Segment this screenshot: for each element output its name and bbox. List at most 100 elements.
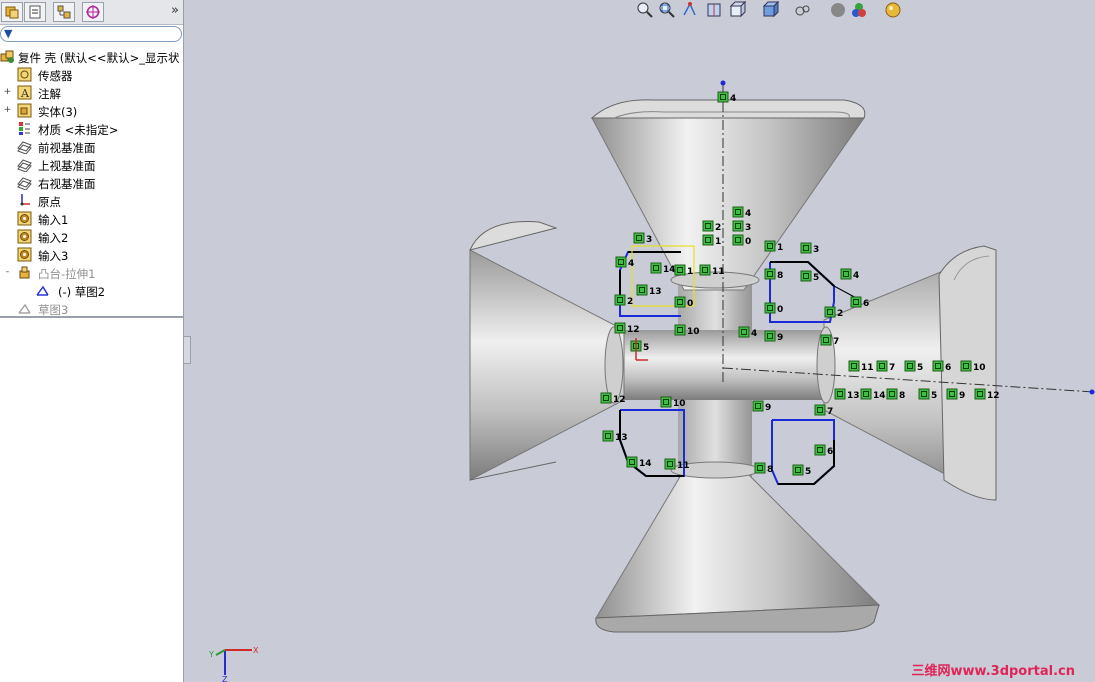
tree-root-label: 复件 壳 (默认<<默认>_显示状 xyxy=(18,51,180,65)
relation-marker-label: 1 xyxy=(715,237,721,247)
expand-toggle[interactable]: + xyxy=(3,106,12,115)
relation-marker[interactable] xyxy=(615,256,627,268)
relation-marker[interactable] xyxy=(860,388,872,400)
relation-marker[interactable] xyxy=(602,430,614,442)
relation-marker-label: 12 xyxy=(987,391,1000,401)
boss-extrude-icon xyxy=(19,266,30,279)
tree-item-label: 原点 xyxy=(38,195,61,209)
relation-marker[interactable] xyxy=(792,464,804,476)
relation-marker[interactable] xyxy=(764,302,776,314)
relation-marker[interactable] xyxy=(876,360,888,372)
relation-marker-label: 8 xyxy=(777,271,783,281)
relation-marker[interactable] xyxy=(674,324,686,336)
relation-marker-label: 9 xyxy=(777,333,783,343)
tree-item-label: 上视基准面 xyxy=(38,159,96,173)
relation-marker-label: 0 xyxy=(687,299,693,309)
relation-marker-label: 7 xyxy=(833,337,839,347)
relation-marker[interactable] xyxy=(738,326,750,338)
relation-marker[interactable] xyxy=(840,268,852,280)
relation-marker-label: 8 xyxy=(767,465,773,475)
relation-marker-label: 12 xyxy=(627,325,640,335)
graphics-viewport[interactable]: 3414 1 11132 012 10542 31 01 38 5 460 279411 7 5 6 101… xyxy=(184,0,1095,682)
relation-marker[interactable] xyxy=(626,456,638,468)
axis-endpoint xyxy=(720,80,726,86)
relation-marker[interactable] xyxy=(754,462,766,474)
relation-marker[interactable] xyxy=(820,334,832,346)
relation-marker-label: 4 xyxy=(853,271,859,281)
relation-marker[interactable] xyxy=(764,240,776,252)
annotation-icon: A xyxy=(17,85,32,100)
more-tabs-button[interactable]: » xyxy=(171,3,179,18)
relation-marker-label: 4 xyxy=(730,94,736,104)
assembly-part-icon xyxy=(0,50,14,63)
relation-marker[interactable] xyxy=(752,400,764,412)
relation-marker[interactable] xyxy=(960,360,972,372)
relation-marker-label: 12 xyxy=(613,395,626,405)
relation-marker-label: 2 xyxy=(627,297,633,307)
relation-marker-label: 14 xyxy=(639,459,652,469)
relation-marker[interactable] xyxy=(614,322,626,334)
relation-marker[interactable] xyxy=(764,330,776,342)
relation-marker[interactable] xyxy=(800,242,812,254)
relation-marker[interactable] xyxy=(702,234,714,246)
tree-item-label: 材质 <未指定> xyxy=(38,123,119,137)
relation-marker[interactable] xyxy=(702,220,714,232)
relation-marker[interactable] xyxy=(650,262,662,274)
tree-item-label: 传感器 xyxy=(38,69,73,83)
relation-marker[interactable] xyxy=(814,444,826,456)
configuration-manager-tab[interactable] xyxy=(53,2,75,22)
relation-marker[interactable] xyxy=(932,360,944,372)
relation-marker[interactable] xyxy=(636,284,648,296)
relation-marker-label: 3 xyxy=(745,223,751,233)
relation-marker[interactable] xyxy=(904,360,916,372)
axis-endpoint xyxy=(1089,389,1095,395)
relation-marker[interactable] xyxy=(717,91,729,103)
relation-marker-label: 6 xyxy=(945,363,951,373)
relation-marker[interactable] xyxy=(732,206,744,218)
import-icon xyxy=(17,211,32,226)
collapse-toggle[interactable]: - xyxy=(3,268,12,277)
feature-manager-tab[interactable] xyxy=(1,2,23,22)
relation-marker-label: 9 xyxy=(765,403,771,413)
relation-marker[interactable] xyxy=(974,388,986,400)
relation-marker[interactable] xyxy=(946,388,958,400)
relation-marker[interactable] xyxy=(660,396,672,408)
relation-marker-label: 13 xyxy=(615,433,628,443)
relation-marker[interactable] xyxy=(848,360,860,372)
relation-marker-label: 11 xyxy=(861,363,874,373)
property-manager-tab[interactable] xyxy=(24,2,46,22)
relation-marker-label: 5 xyxy=(917,363,923,373)
relation-marker[interactable] xyxy=(699,264,711,276)
feature-manager-panel: » ▼ 复件 壳 (默认<<默认>_显示状 传感器 + A 注解 + 实体(3)… xyxy=(0,0,184,682)
relation-marker-label: 13 xyxy=(847,391,860,401)
relation-marker[interactable] xyxy=(600,392,612,404)
relation-marker[interactable] xyxy=(674,264,686,276)
relation-marker-label: 14 xyxy=(663,265,676,275)
tree-item-label: 输入3 xyxy=(38,249,69,263)
relation-marker[interactable] xyxy=(886,388,898,400)
dimxpert-icon xyxy=(86,5,100,19)
relation-marker[interactable] xyxy=(732,234,744,246)
dimxpert-tab[interactable] xyxy=(82,2,104,22)
relation-marker[interactable] xyxy=(814,404,826,416)
relation-marker[interactable] xyxy=(850,296,862,308)
relation-marker[interactable] xyxy=(918,388,930,400)
relation-marker-label: 14 xyxy=(873,391,886,401)
relation-marker[interactable] xyxy=(674,296,686,308)
left-funnel xyxy=(469,249,625,481)
tree-filter-input[interactable]: ▼ xyxy=(0,26,182,42)
relation-marker[interactable] xyxy=(800,270,812,282)
relation-marker[interactable] xyxy=(732,220,744,232)
relation-marker-label: 7 xyxy=(827,407,833,417)
relation-marker[interactable] xyxy=(764,268,776,280)
relation-marker[interactable] xyxy=(614,294,626,306)
tree-item-label: 右视基准面 xyxy=(38,177,96,191)
relation-marker[interactable] xyxy=(664,458,676,470)
expand-toggle[interactable]: + xyxy=(3,88,12,97)
relation-marker[interactable] xyxy=(834,388,846,400)
plane-icon xyxy=(17,141,32,154)
relation-marker[interactable] xyxy=(633,232,645,244)
relation-marker[interactable] xyxy=(824,306,836,318)
tree-item-label: 输入1 xyxy=(38,213,69,227)
triad-x-label: X xyxy=(253,646,259,655)
